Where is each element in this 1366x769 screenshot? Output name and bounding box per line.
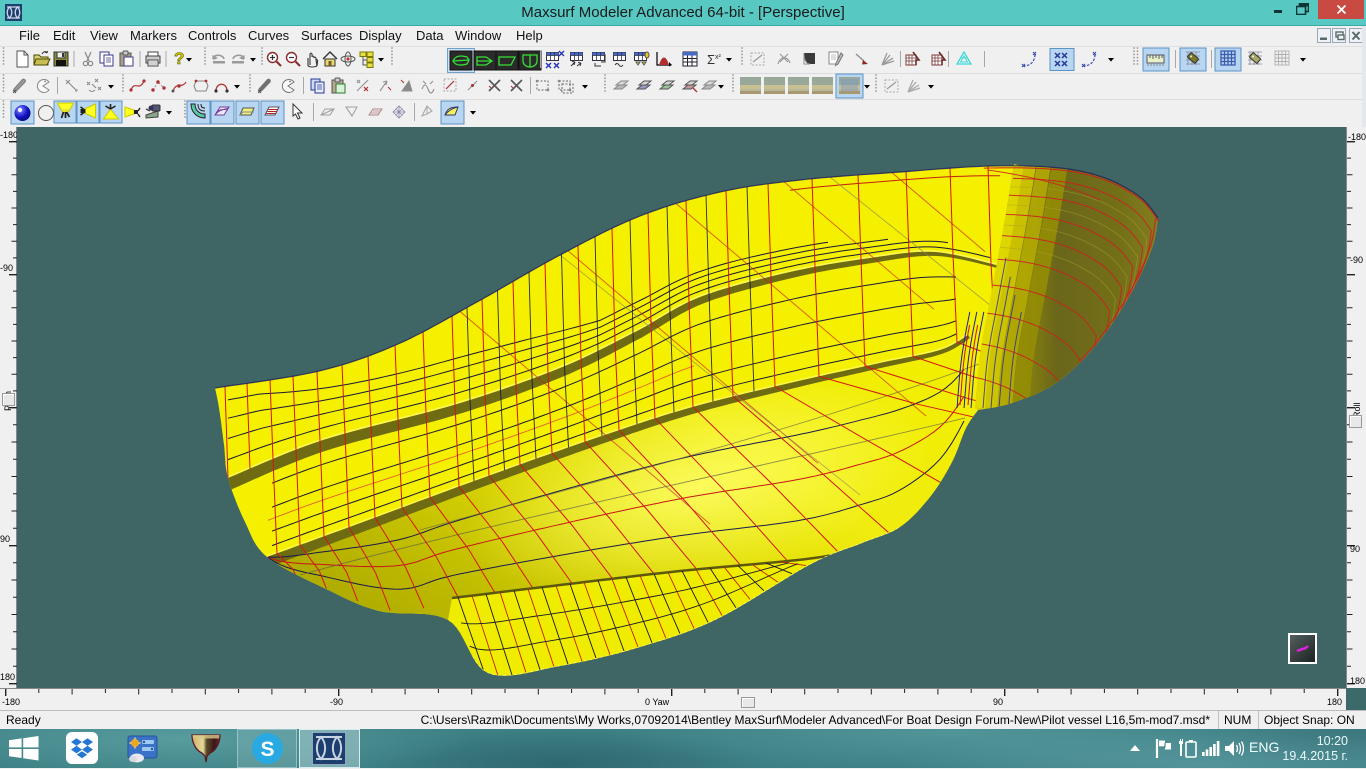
svg-text:x²: x² xyxy=(715,54,722,61)
svg-text:Σ: Σ xyxy=(707,52,715,67)
svg-text:?: ? xyxy=(174,49,184,68)
svg-text:S: S xyxy=(260,738,274,761)
